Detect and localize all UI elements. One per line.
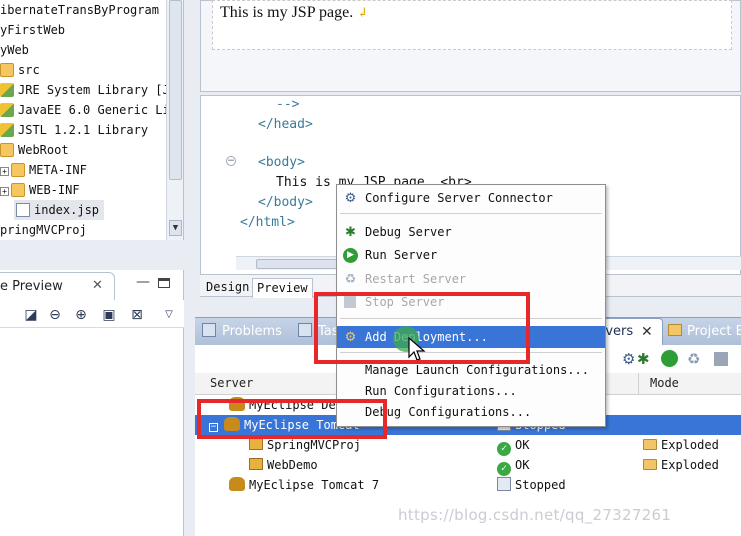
scrollbar-thumb[interactable]	[169, 0, 182, 180]
view-menu-icon[interactable]: ▽	[160, 306, 178, 324]
configure-icon: ⚙	[344, 191, 357, 206]
watermark: https://blog.csdn.net/qq_27327261	[398, 506, 672, 524]
fit-icon[interactable]: ◪	[22, 306, 40, 324]
scroll-down-icon[interactable]: ▼	[169, 220, 182, 236]
run-icon[interactable]	[661, 350, 678, 367]
tree-item-project[interactable]: ibernateTransByProgram	[0, 0, 159, 20]
stop-icon[interactable]	[714, 352, 728, 366]
preview-tab-label: e Preview	[0, 279, 63, 294]
code-line: -->	[276, 97, 300, 112]
code-line: </head>	[258, 117, 313, 132]
column-header-server[interactable]: Server	[210, 376, 253, 390]
tree-item-src[interactable]: src	[0, 60, 40, 80]
tree-item-jstl-library[interactable]: JSTL 1.2.1 Library	[0, 120, 148, 140]
fold-icon[interactable]: −	[226, 156, 236, 166]
connect-icon[interactable]: ⚙	[622, 350, 635, 368]
tree-item-project[interactable]: pringMVCProj	[0, 220, 87, 240]
exploded-folder-icon	[643, 459, 657, 470]
fit-screen-icon[interactable]: ⊠	[128, 306, 146, 324]
tab-problems[interactable]: Problems	[202, 322, 282, 342]
tab-project-explorer[interactable]: Project E	[668, 322, 741, 342]
tree-item-webroot[interactable]: WebRoot	[0, 140, 69, 160]
exploded-folder-icon	[643, 439, 657, 450]
tomcat-icon	[229, 477, 245, 491]
actual-size-icon[interactable]: ▣	[100, 306, 118, 324]
menu-item-run-server[interactable]: ▶ Run Server	[337, 244, 605, 266]
ok-check-icon: ✓	[497, 442, 511, 456]
code-line: </html>	[240, 215, 295, 230]
tree-scrollbar[interactable]: ▼	[166, 0, 183, 240]
tree-item-jre-library[interactable]: JRE System Library [J	[0, 80, 170, 100]
tree-item-project[interactable]: yWeb	[0, 40, 29, 60]
web-project-icon	[249, 438, 263, 450]
tree-item-project[interactable]: yFirstWeb	[0, 20, 65, 40]
tree-item-meta-inf[interactable]: + META-INF	[0, 160, 87, 180]
library-icon	[0, 123, 14, 137]
zoom-out-icon[interactable]: ⊖	[46, 306, 64, 324]
zoom-in-icon[interactable]: ⊕	[72, 306, 90, 324]
expand-icon[interactable]: +	[0, 187, 9, 196]
restart-icon[interactable]: ♻	[687, 350, 700, 368]
minimize-icon[interactable]: —	[136, 275, 150, 290]
library-icon	[0, 103, 14, 117]
maximize-icon[interactable]	[158, 278, 170, 288]
rendered-page-text: This is my JSP page. ↲	[220, 4, 369, 21]
tree-item-index-jsp[interactable]: index.jsp	[14, 200, 104, 220]
column-header-mode[interactable]: Mode	[650, 376, 679, 390]
annotation-box-add-deployment	[314, 292, 530, 364]
menu-separator	[340, 213, 602, 214]
web-project-icon	[249, 458, 263, 470]
line-break-icon: ↲	[357, 5, 369, 20]
run-icon: ▶	[343, 248, 358, 263]
project-explorer-icon	[668, 324, 682, 336]
menu-item-restart-server: ♻ Restart Server	[344, 272, 467, 287]
ok-check-icon: ✓	[497, 462, 511, 476]
code-line: </body>	[258, 195, 313, 210]
bug-icon: ✱	[345, 225, 356, 240]
tab-design[interactable]: Design	[202, 278, 253, 298]
debug-icon[interactable]: ✱	[637, 350, 650, 368]
code-line: <body>	[258, 155, 305, 170]
folder-icon	[11, 183, 25, 197]
menu-item-configure-server-connector[interactable]: ⚙ Configure Server Connector	[337, 187, 605, 209]
menu-item-debug-server[interactable]: ✱ Debug Server	[337, 221, 605, 243]
stopped-icon	[497, 477, 511, 491]
jsp-file-icon	[16, 203, 30, 217]
restart-icon: ♻	[344, 272, 357, 287]
library-icon	[0, 83, 14, 97]
tree-item-javaee-library[interactable]: JavaEE 6.0 Generic Li	[0, 100, 170, 120]
tab-preview[interactable]: Preview	[252, 278, 313, 298]
close-icon[interactable]: ✕	[641, 322, 653, 342]
table-row[interactable]: WebDemo ✓ OK Exploded	[195, 455, 741, 476]
expand-icon[interactable]: +	[0, 167, 9, 176]
folder-icon	[0, 143, 14, 157]
tasks-icon	[298, 323, 312, 337]
column-separator[interactable]	[638, 373, 639, 395]
annotation-box-tomcat-server	[197, 399, 387, 439]
folder-icon	[11, 163, 25, 177]
problems-icon	[202, 323, 216, 337]
source-folder-icon	[0, 63, 14, 77]
close-icon[interactable]: ✕	[92, 278, 103, 293]
tree-item-web-inf[interactable]: + WEB-INF	[0, 180, 80, 200]
table-row[interactable]: MyEclipse Tomcat 7 Stopped	[195, 475, 741, 495]
